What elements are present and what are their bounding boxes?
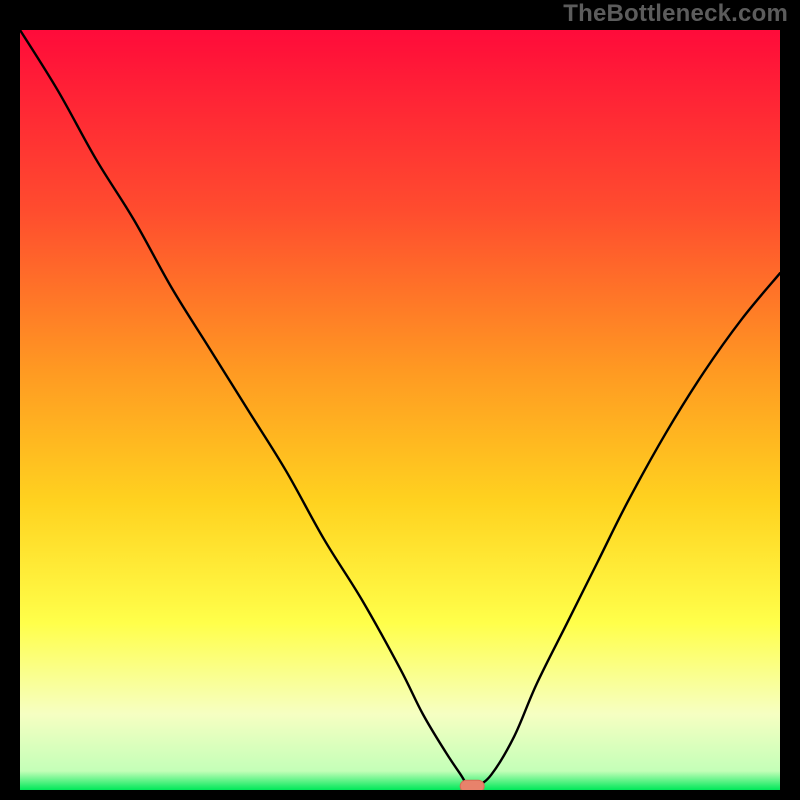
bottleneck-chart — [20, 30, 780, 790]
optimal-point-marker — [460, 780, 484, 790]
chart-frame: TheBottleneck.com — [0, 0, 800, 800]
gradient-background — [20, 30, 780, 790]
plot-area — [20, 30, 780, 790]
watermark-text: TheBottleneck.com — [563, 0, 788, 28]
